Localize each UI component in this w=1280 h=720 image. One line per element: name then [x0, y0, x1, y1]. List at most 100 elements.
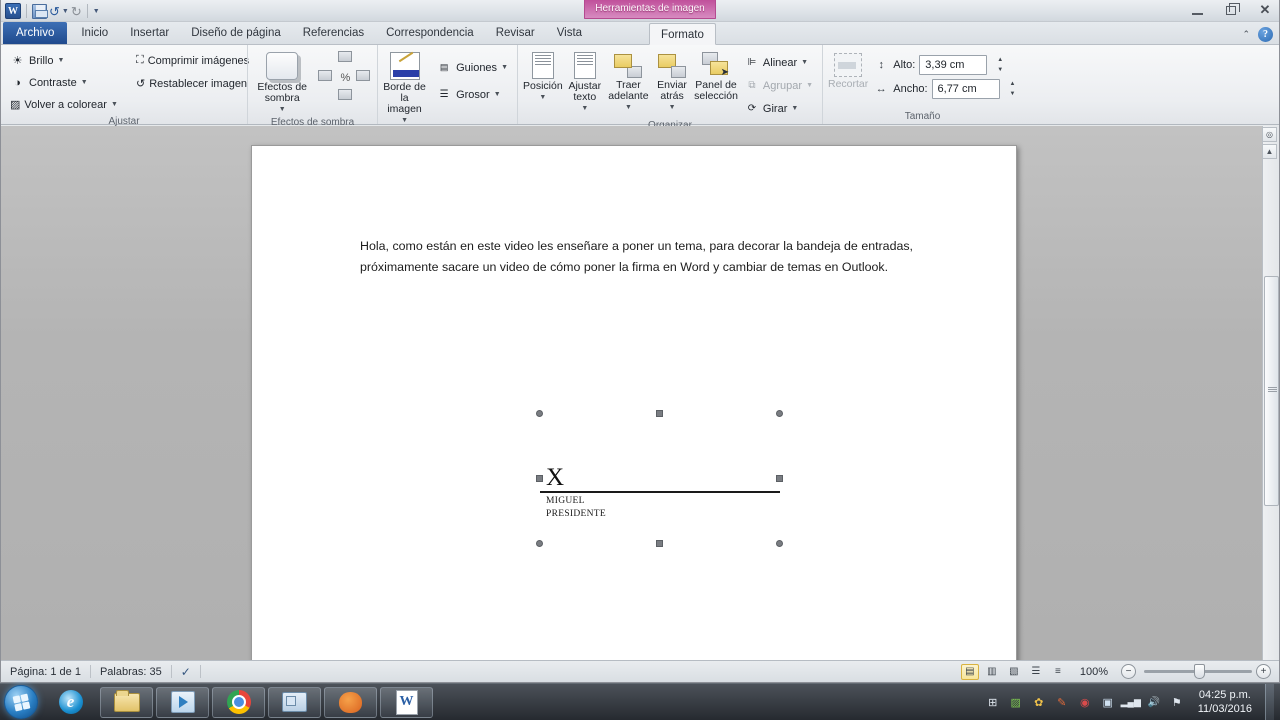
- input-alto[interactable]: 3,39 cm: [919, 55, 988, 75]
- nudge-shadow-icon[interactable]: %: [318, 51, 373, 107]
- zoom-level-label[interactable]: 100%: [1071, 661, 1117, 683]
- tray-colors-icon[interactable]: ✿: [1031, 694, 1047, 710]
- button-traer-adelante-label: Traer adelante: [608, 79, 649, 102]
- full-screen-reading-view-button[interactable]: ▥: [983, 664, 1001, 680]
- signature-rule: [540, 491, 780, 493]
- button-brillo[interactable]: ☀ Brillo ▼: [5, 50, 121, 71]
- spell-check-icon[interactable]: ✓: [172, 661, 200, 683]
- help-icon[interactable]: ?: [1258, 27, 1273, 42]
- draft-view-button[interactable]: ≡: [1049, 664, 1067, 680]
- spinner-alto-up[interactable]: ▲: [993, 55, 1007, 65]
- button-recortar[interactable]: Recortar: [827, 50, 869, 91]
- button-traer-adelante[interactable]: Traer adelante ▼: [606, 49, 651, 114]
- button-agrupar[interactable]: ⧉ Agrupar ▼: [740, 75, 818, 96]
- tab-referencias[interactable]: Referencias: [292, 22, 375, 44]
- zoom-thumb[interactable]: [1194, 664, 1205, 679]
- restore-button[interactable]: [1221, 2, 1241, 18]
- button-contraste[interactable]: ◑ Contraste ▼: [5, 72, 121, 93]
- document-page[interactable]: Hola, como están en este video les enseñ…: [251, 145, 1017, 665]
- minimize-button[interactable]: [1187, 2, 1207, 18]
- handle-top-center[interactable]: [656, 410, 663, 417]
- print-layout-view-button[interactable]: ▤: [960, 663, 979, 680]
- zoom-out-button[interactable]: −: [1121, 664, 1136, 679]
- handle-top-right[interactable]: [776, 410, 783, 417]
- button-girar[interactable]: ⟳ Girar ▼: [740, 98, 818, 119]
- tab-archivo[interactable]: Archivo: [3, 22, 68, 44]
- button-borde-de-la-imagen[interactable]: Borde de la imagen ▼: [382, 49, 427, 127]
- button-efectos-de-sombra[interactable]: Efectos de sombra ▼: [252, 49, 312, 116]
- button-comprimir-imagenes[interactable]: ⛶ Comprimir imágenes: [131, 50, 249, 71]
- signature-line-object[interactable]: X MIGUEL PRESIDENTE: [536, 410, 783, 547]
- button-enviar-atras-label: Enviar atrás: [657, 79, 687, 102]
- status-page[interactable]: Página: 1 de 1: [1, 661, 90, 683]
- button-posicion[interactable]: Posición ▼: [522, 49, 564, 104]
- tab-insertar[interactable]: Insertar: [119, 22, 180, 44]
- zoom-in-button[interactable]: +: [1256, 664, 1271, 679]
- bring-forward-icon: [614, 52, 643, 78]
- handle-bottom-left[interactable]: [536, 540, 543, 547]
- show-desktop-button[interactable]: [1265, 683, 1274, 720]
- outline-view-button[interactable]: ☰: [1027, 664, 1045, 680]
- tab-diseno-de-pagina[interactable]: Diseño de página: [180, 22, 292, 44]
- taskbar-blue-app[interactable]: [268, 686, 321, 718]
- tray-recording-icon[interactable]: ◉: [1077, 694, 1093, 710]
- button-volver-a-colorear[interactable]: ▨ Volver a colorear ▼: [5, 94, 121, 115]
- taskbar-clock[interactable]: 04:25 p.m. 11/03/2016: [1192, 688, 1252, 716]
- button-enviar-atras[interactable]: Enviar atrás ▼: [652, 49, 692, 114]
- tray-green-app-icon[interactable]: ▨: [1008, 694, 1024, 710]
- scrollbar-thumb[interactable]: [1264, 276, 1279, 506]
- tray-display-icon[interactable]: ▣: [1100, 694, 1116, 710]
- spinner-ancho-up[interactable]: ▲: [1006, 79, 1020, 89]
- button-restablecer-imagen[interactable]: ↺ Restablecer imagen: [131, 73, 249, 94]
- button-panel-de-seleccion[interactable]: ➤ Panel de selección: [693, 49, 739, 103]
- window-controls: ✕: [1187, 2, 1275, 18]
- taskbar-microsoft-word[interactable]: W: [380, 686, 433, 718]
- button-agrupar-label: Agrupar: [762, 79, 803, 92]
- tray-red-app-icon[interactable]: ✎: [1054, 694, 1070, 710]
- vertical-scrollbar[interactable]: ◎ ▲: [1262, 126, 1279, 660]
- enviar-atras-caret-icon: ▼: [668, 104, 676, 111]
- taskbar-gom-player[interactable]: [324, 686, 377, 718]
- signature-name: MIGUEL: [546, 495, 585, 506]
- taskbar-windows-media-player[interactable]: [156, 686, 209, 718]
- button-ajustar-texto[interactable]: Ajustar texto ▼: [565, 49, 605, 115]
- button-restablecer-imagen-label: Restablecer imagen: [149, 77, 248, 90]
- zoom-track[interactable]: [1144, 664, 1252, 679]
- web-layout-view-button[interactable]: ▧: [1005, 664, 1023, 680]
- taskbar-internet-explorer[interactable]: e: [44, 687, 97, 718]
- spinner-alto-down[interactable]: ▼: [993, 65, 1007, 75]
- button-alinear[interactable]: ⊫ Alinear ▼: [740, 52, 818, 73]
- brillo-caret-icon: ▼: [57, 57, 65, 64]
- button-girar-label: Girar: [762, 102, 788, 115]
- taskbar-google-chrome[interactable]: [212, 686, 265, 718]
- shape-width-icon: ↔: [875, 83, 887, 95]
- collapse-ribbon-chevron-icon[interactable]: ⌃: [1242, 29, 1250, 40]
- taskbar-file-explorer[interactable]: [100, 686, 153, 718]
- handle-bottom-center[interactable]: [656, 540, 663, 547]
- input-ancho[interactable]: 6,77 cm: [931, 79, 1000, 99]
- previous-page-icon[interactable]: ▲: [1262, 144, 1277, 159]
- tab-vista[interactable]: Vista: [546, 22, 593, 44]
- handle-bottom-right[interactable]: [776, 540, 783, 547]
- button-grosor[interactable]: ☰ Grosor ▼: [431, 84, 513, 105]
- tray-volume-icon[interactable]: 🔊: [1146, 694, 1162, 710]
- tab-correspondencia[interactable]: Correspondencia: [375, 22, 485, 44]
- close-button[interactable]: ✕: [1255, 2, 1275, 18]
- button-guiones[interactable]: ▤ Guiones ▼: [431, 57, 513, 78]
- spinner-ancho-down[interactable]: ▼: [1006, 89, 1020, 99]
- tray-windows-icon[interactable]: ⊞: [985, 694, 1001, 710]
- tab-inicio[interactable]: Inicio: [70, 22, 119, 44]
- clock-time: 04:25 p.m.: [1198, 689, 1251, 701]
- tray-network-icon[interactable]: ▂▄▆: [1121, 694, 1141, 710]
- status-words[interactable]: Palabras: 35: [91, 661, 171, 683]
- spinner-alto[interactable]: ▲ ▼: [993, 55, 1007, 75]
- tray-action-center-icon[interactable]: ⚑: [1169, 694, 1185, 710]
- start-button[interactable]: [4, 685, 38, 719]
- tab-formato[interactable]: Formato: [649, 23, 716, 45]
- select-browse-object-icon[interactable]: ◎: [1262, 127, 1277, 142]
- zoom-slider[interactable]: [1144, 664, 1252, 679]
- spinner-ancho[interactable]: ▲ ▼: [1006, 79, 1020, 99]
- document-paragraph[interactable]: Hola, como están en este video les enseñ…: [360, 236, 913, 278]
- tab-revisar[interactable]: Revisar: [485, 22, 546, 44]
- handle-top-left[interactable]: [536, 410, 543, 417]
